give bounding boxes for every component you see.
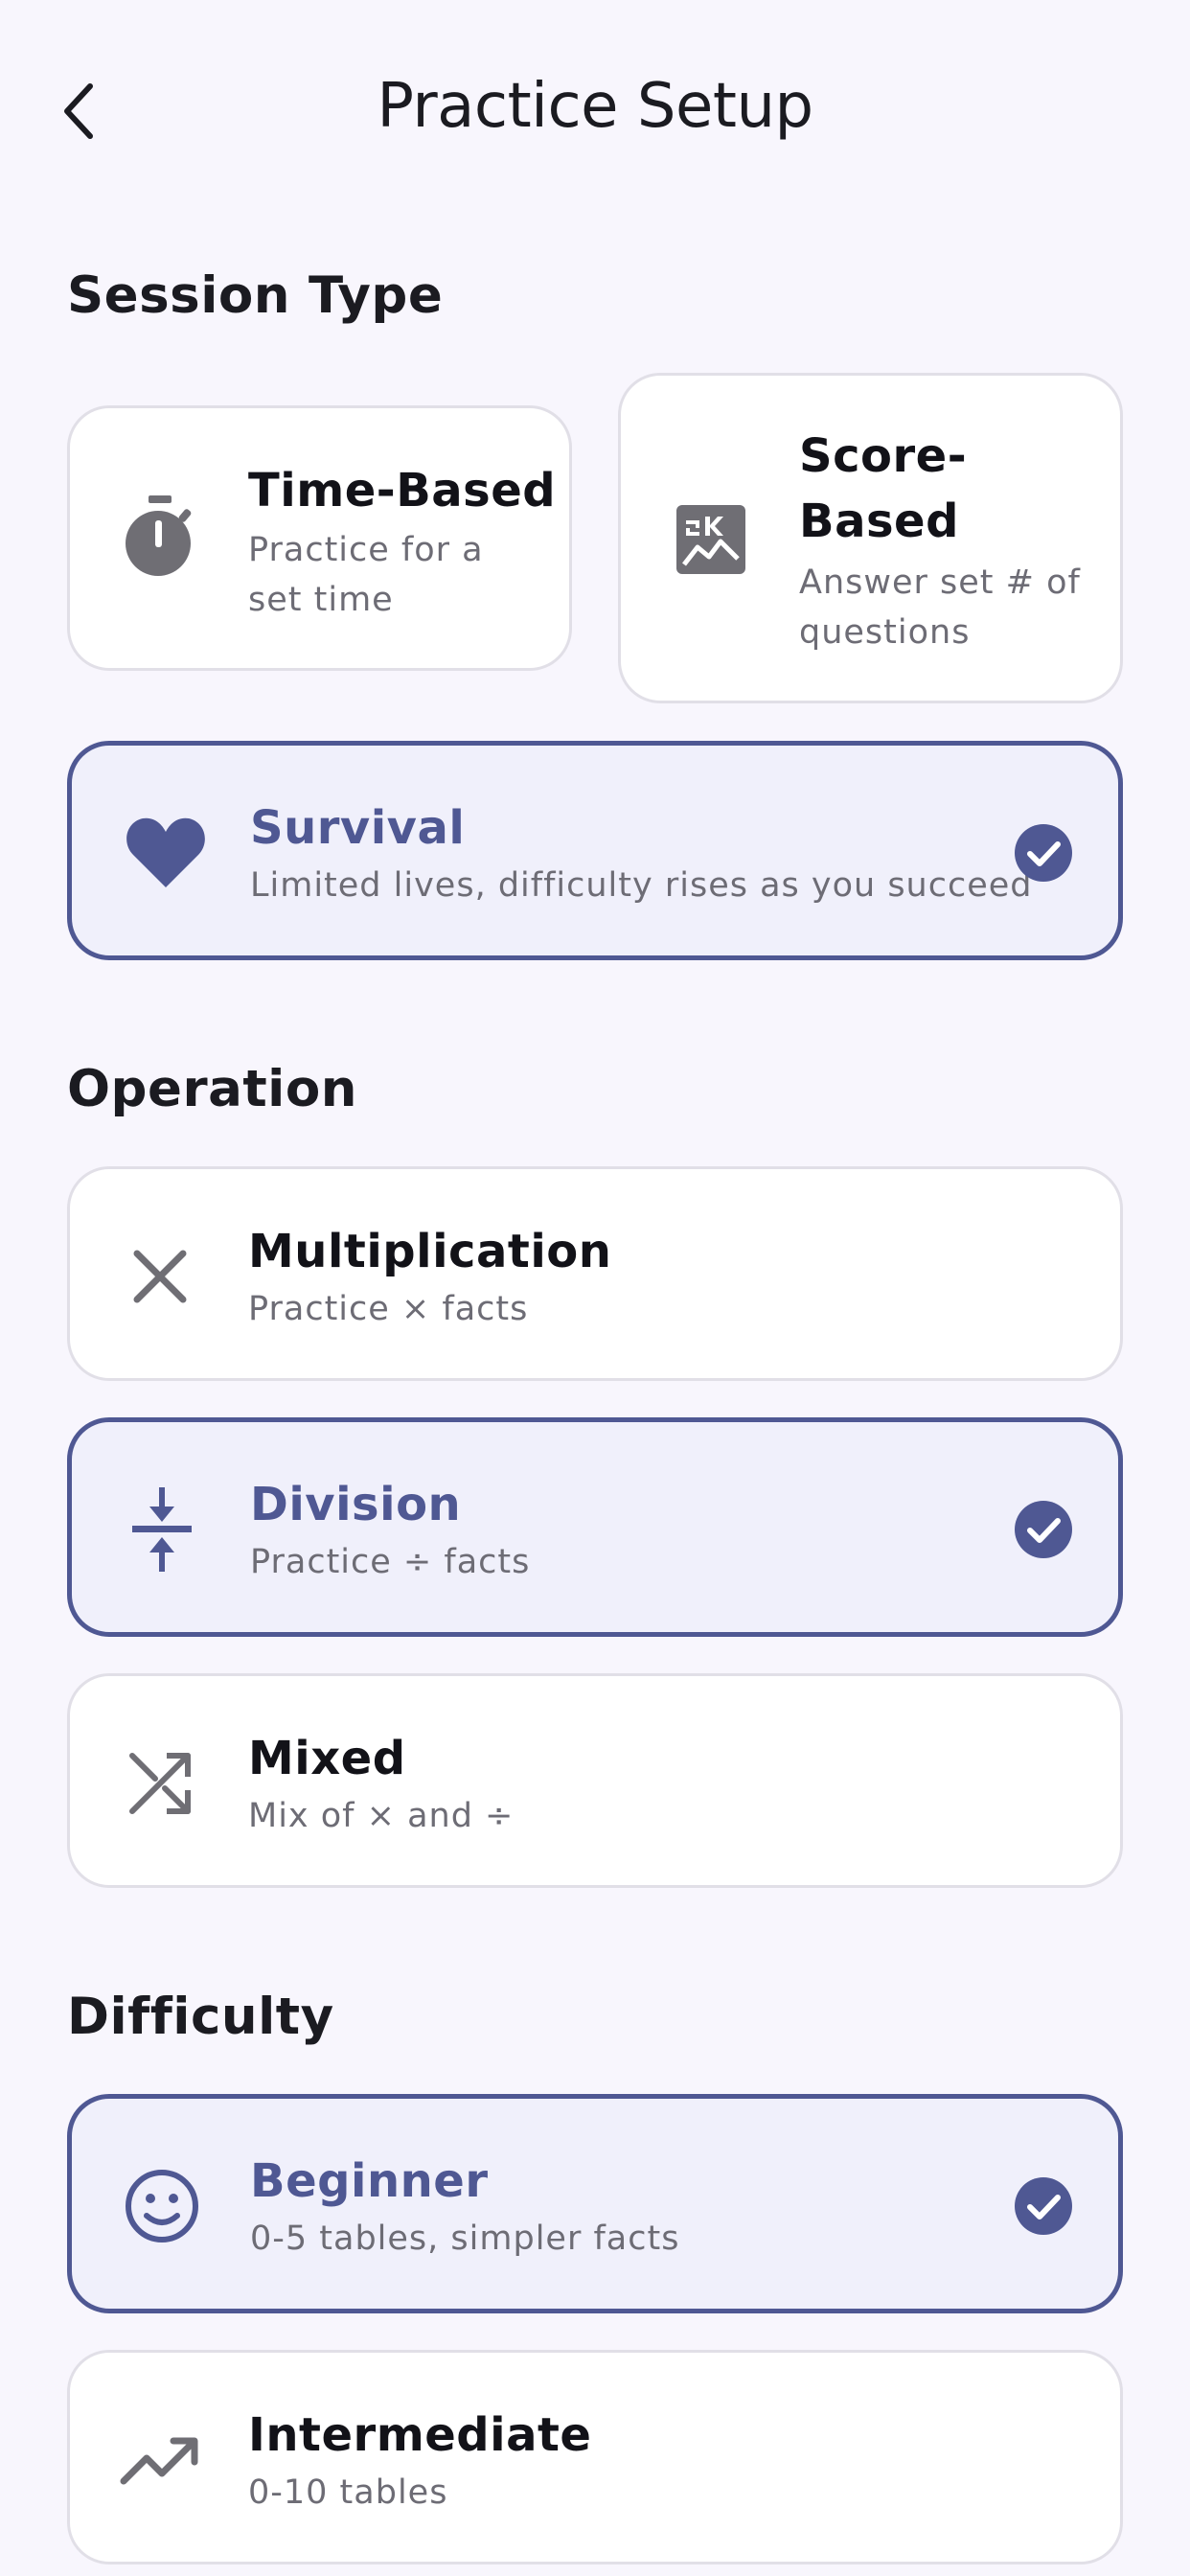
operation-option-multiplication[interactable]: Multiplication Practice × facts bbox=[67, 1166, 1123, 1381]
session-option-time-based[interactable]: Time-Based Practice for a set time bbox=[67, 405, 572, 671]
operation-option-desc: Practice × facts bbox=[248, 1290, 529, 1328]
session-option-title: Time-Based bbox=[248, 464, 557, 518]
operation-option-division[interactable]: Division Practice ÷ facts bbox=[67, 1417, 1123, 1637]
section-title-difficulty: Difficulty bbox=[67, 1988, 334, 2046]
difficulty-option-desc: 0-5 tables, simpler facts bbox=[250, 2220, 680, 2258]
session-option-desc: Practice for a set time bbox=[248, 531, 484, 619]
operation-option-desc: Practice ÷ facts bbox=[250, 1543, 531, 1581]
smiley-icon bbox=[116, 2160, 208, 2252]
difficulty-option-title: Beginner bbox=[250, 2154, 489, 2208]
operation-option-title: Multiplication bbox=[248, 1225, 612, 1278]
session-option-desc: Limited lives, difficulty rises as you s… bbox=[250, 866, 1033, 905]
timer-icon bbox=[114, 490, 206, 582]
session-option-title: Score-Based bbox=[799, 429, 968, 548]
trending-up-icon bbox=[114, 2414, 206, 2506]
section-title-operation: Operation bbox=[67, 1060, 357, 1118]
shuffle-icon bbox=[114, 1737, 206, 1829]
divide-icon bbox=[116, 1484, 208, 1576]
operation-option-title: Division bbox=[250, 1478, 462, 1531]
heart-icon bbox=[120, 807, 212, 899]
difficulty-option-intermediate[interactable]: Intermediate 0-10 tables bbox=[67, 2350, 1123, 2564]
operation-option-mixed[interactable]: Mixed Mix of × and ÷ bbox=[67, 1673, 1123, 1888]
session-option-score-based[interactable]: Score-Based Answer set # of questions bbox=[618, 373, 1123, 703]
multiply-icon bbox=[114, 1230, 206, 1322]
operation-option-title: Mixed bbox=[248, 1732, 406, 1785]
check-circle-icon bbox=[1015, 2177, 1072, 2235]
session-option-title: Survival bbox=[250, 801, 466, 855]
operation-option-desc: Mix of × and ÷ bbox=[248, 1797, 515, 1835]
difficulty-option-beginner[interactable]: Beginner 0-5 tables, simpler facts bbox=[67, 2094, 1123, 2313]
difficulty-option-desc: 0-10 tables bbox=[248, 2473, 448, 2512]
check-circle-icon bbox=[1015, 824, 1072, 882]
top-app-bar: Practice Setup bbox=[0, 0, 1190, 222]
session-option-desc: Answer set # of questions bbox=[799, 564, 1081, 652]
difficulty-option-title: Intermediate bbox=[248, 2408, 592, 2462]
check-circle-icon bbox=[1015, 1501, 1072, 1558]
scoreboard-icon bbox=[665, 494, 757, 586]
section-title-session-type: Session Type bbox=[67, 266, 444, 325]
session-option-survival[interactable]: Survival Limited lives, difficulty rises… bbox=[67, 741, 1123, 960]
page-title: Practice Setup bbox=[377, 71, 813, 142]
